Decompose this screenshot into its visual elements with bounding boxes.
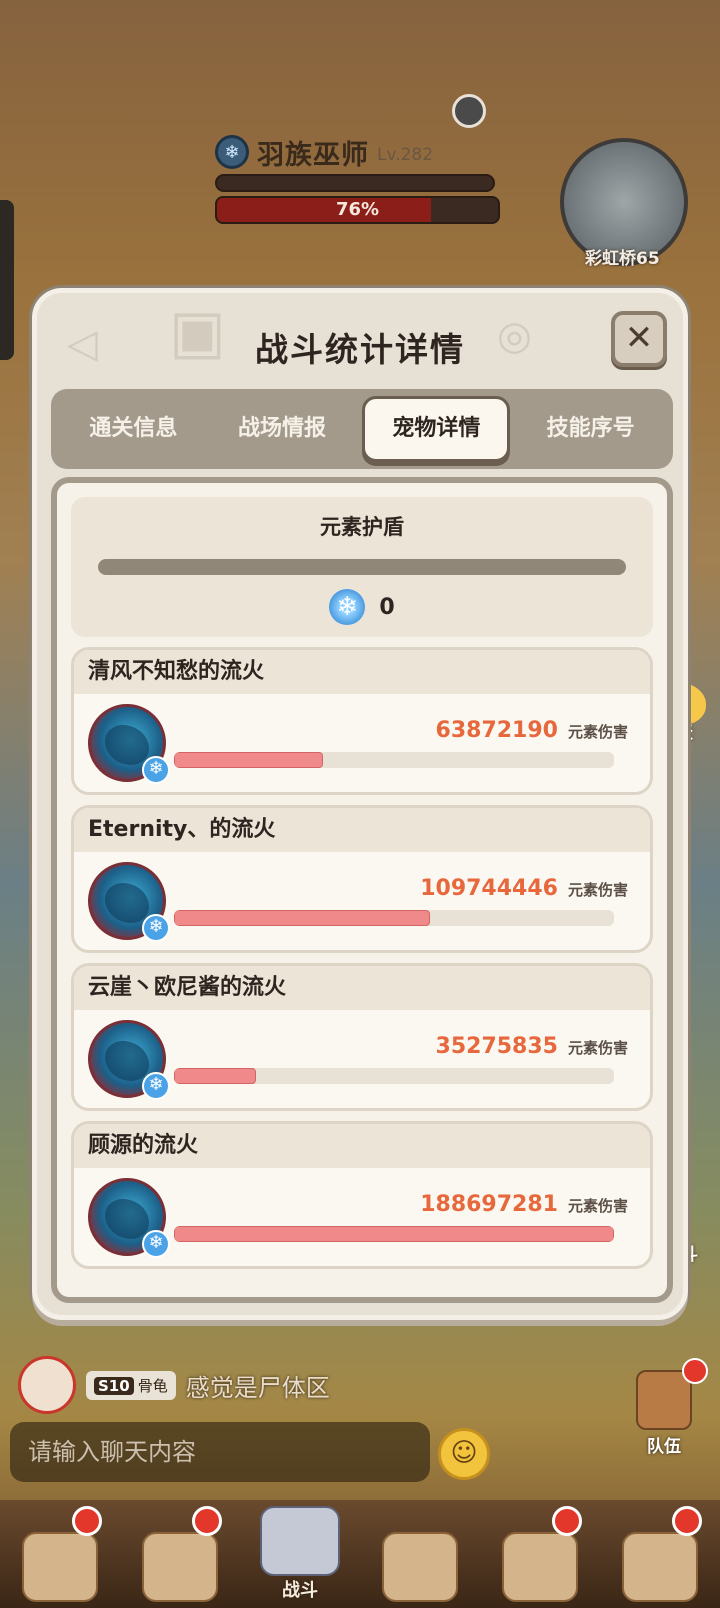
pet-damage-label: 元素伤害 (567, 1197, 628, 1215)
helmet-icon (260, 1506, 340, 1576)
nav-item-elder[interactable] (372, 1506, 468, 1602)
boss-header: ❄ 羽族巫师 Lv.282 76% (215, 134, 505, 224)
pet-damage-bar-fill (174, 1226, 614, 1242)
left-edge-tab[interactable] (0, 200, 14, 360)
chat-message: S10 骨龟 感觉是尸体区 (18, 1356, 330, 1414)
pet-damage-value: 109744446 (420, 876, 558, 901)
season-tag: S10 (94, 1376, 134, 1395)
tab-clear-info[interactable]: 通关信息 (59, 396, 208, 462)
tab-pet-details[interactable]: 宠物详情 (362, 396, 511, 462)
snowflake-icon: ❄ (142, 1072, 170, 1100)
shield-value: 0 (379, 594, 395, 620)
close-icon: ✕ (624, 318, 654, 358)
shield-title: 元素护盾 (320, 515, 404, 539)
pet-list: 清风不知愁的流火 ❄ 63872190 元素伤害 Eternity、的流火 ❄ 109744… (71, 647, 653, 1269)
pet-details-panel[interactable]: 元素护盾 ❄ 0 清风不知愁的流火 ❄ 63872190 元素伤害 Eternity、的… (51, 477, 673, 1303)
nav-item-dragon[interactable] (492, 1506, 588, 1602)
pet-damage-value: 35275835 (435, 1034, 558, 1059)
face-emote-icon (452, 94, 486, 128)
bear-portrait-icon (22, 1532, 98, 1602)
snowflake-icon: ❄ (329, 589, 366, 625)
battle-stats-modal: ◁ ▣ ◎ 战斗统计详情 ✕ 通关信息 战场情报 宠物详情 技能序号 元素护盾 … (32, 288, 688, 1320)
pet-damage-bar (174, 752, 614, 768)
alert-badge-icon (672, 1506, 702, 1536)
element-shield-box: 元素护盾 ❄ 0 (71, 497, 653, 637)
snowflake-icon: ❄ (142, 756, 170, 784)
alert-badge-icon (682, 1358, 708, 1384)
hero-portrait-icon (142, 1532, 218, 1602)
pet-damage-bar (174, 1226, 614, 1242)
chat-user-name: 骨龟 (137, 1376, 168, 1395)
team-portrait-icon (636, 1370, 692, 1430)
pet-card: 顾源的流火 ❄ 188697281 元素伤害 (71, 1121, 653, 1269)
pet-card-name: 清风不知愁的流火 (74, 650, 650, 694)
pet-damage-value: 188697281 (420, 1192, 558, 1217)
boss-hp-bar: 76% (215, 196, 500, 224)
snowflake-icon: ❄ (142, 1230, 170, 1258)
pet-card: 清风不知愁的流火 ❄ 63872190 元素伤害 (71, 647, 653, 795)
pet-damage-bar (174, 910, 614, 926)
emoji-button[interactable]: ☺ (438, 1428, 490, 1480)
nav-item-battle[interactable]: 战斗 (252, 1506, 348, 1602)
chat-message-text: 感觉是尸体区 (185, 1373, 330, 1402)
nav-item-hero[interactable] (132, 1506, 228, 1602)
chief-portrait-icon (622, 1532, 698, 1602)
pet-card: Eternity、的流火 ❄ 109744446 元素伤害 (71, 805, 653, 953)
close-button[interactable]: ✕ (611, 311, 667, 367)
nav-item-chief[interactable] (612, 1506, 708, 1602)
pet-damage-bar (174, 1068, 614, 1084)
nav-item-pet[interactable] (12, 1506, 108, 1602)
shield-bar (98, 559, 626, 575)
elder-portrait-icon (382, 1532, 458, 1602)
boss-shield-bar (215, 174, 495, 192)
avatar (18, 1356, 76, 1414)
snowflake-icon: ❄ (142, 914, 170, 942)
tab-skill-order[interactable]: 技能序号 (516, 396, 665, 462)
pet-damage-label: 元素伤害 (567, 723, 628, 741)
snowflake-icon: ❄ (215, 135, 249, 169)
alert-badge-icon (72, 1506, 102, 1536)
tab-bar: 通关信息 战场情报 宠物详情 技能序号 (51, 389, 673, 469)
pet-damage-value: 63872190 (435, 718, 558, 743)
chat-user-tag: S10 骨龟 (86, 1370, 176, 1400)
alert-badge-icon (552, 1506, 582, 1536)
pet-damage-label: 元素伤害 (567, 1039, 628, 1057)
dragon-portrait-icon (502, 1532, 578, 1602)
pet-card-name: Eternity、的流火 (74, 808, 650, 852)
bottom-nav: 战斗 (0, 1500, 720, 1608)
boss-level: Lv.282 (377, 145, 434, 165)
pet-card-name: 云崖丶欧尼酱的流火 (74, 966, 650, 1010)
pet-damage-bar-fill (174, 1068, 257, 1084)
chat-input[interactable]: 请输入聊天内容 (10, 1422, 430, 1482)
pet-card: 云崖丶欧尼酱的流火 ❄ 35275835 元素伤害 (71, 963, 653, 1111)
pet-card-name: 顾源的流火 (74, 1124, 650, 1168)
pet-damage-label: 元素伤害 (567, 881, 628, 899)
boss-hp-text: 76% (335, 199, 380, 220)
nav-battle-label: 战斗 (282, 1580, 318, 1601)
pet-damage-bar-fill (174, 752, 323, 768)
team-label: 队伍 (647, 1437, 681, 1457)
pet-damage-bar-fill (174, 910, 431, 926)
minimap-label: 彩虹桥65 (585, 249, 660, 269)
tab-battlefield-intel[interactable]: 战场情报 (208, 396, 357, 462)
alert-badge-icon (192, 1506, 222, 1536)
modal-title: 战斗统计详情 (255, 330, 465, 369)
boss-name: 羽族巫师 (257, 139, 369, 171)
